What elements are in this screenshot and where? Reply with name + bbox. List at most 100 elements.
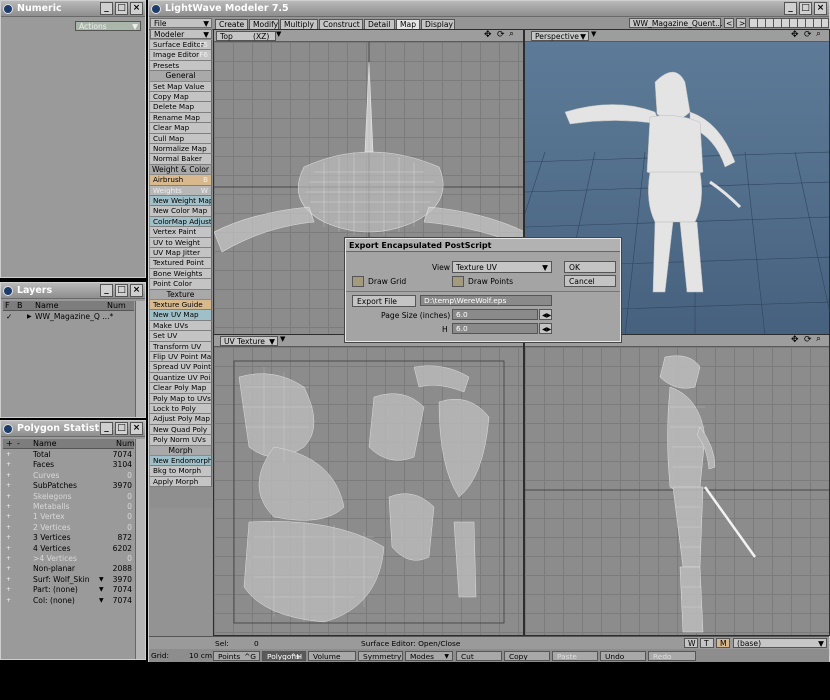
tool-button-make-uvs[interactable]: Make UVs bbox=[150, 320, 212, 332]
chevron-down-icon[interactable]: ▼ bbox=[99, 596, 104, 606]
stat-row[interactable]: + Surf: Wolf_Skin ▼ 3970 bbox=[3, 575, 134, 585]
tool-button-cull-map[interactable]: Cull Map bbox=[150, 133, 212, 144]
tool-button-new-color-map[interactable]: New Color Map bbox=[150, 206, 212, 217]
plus-icon[interactable]: + bbox=[6, 481, 11, 491]
tool-button-adjust-poly-map[interactable]: Adjust Poly Map bbox=[150, 414, 212, 425]
col-minus[interactable]: - bbox=[17, 439, 20, 449]
layer-buttons[interactable] bbox=[749, 18, 829, 28]
plus-icon[interactable]: + bbox=[6, 450, 11, 460]
plus-icon[interactable]: + bbox=[6, 564, 11, 574]
tool-button-new-quad-poly[interactable]: New Quad Poly bbox=[150, 424, 212, 436]
next-object-button[interactable]: > bbox=[736, 18, 746, 28]
tool-button-new-endomorph[interactable]: New Endomorph bbox=[150, 456, 212, 467]
bottom-button-undo[interactable]: Undo bbox=[600, 651, 646, 661]
minimize-icon[interactable]: _ bbox=[100, 2, 113, 15]
tool-button-transform-uv[interactable]: Transform UV bbox=[150, 341, 212, 352]
close-icon[interactable]: × bbox=[130, 422, 143, 435]
modeler-menu[interactable]: Modeler ▼ bbox=[150, 29, 212, 39]
bottom-button-paste[interactable]: Paste bbox=[552, 651, 598, 661]
bottom-button-symmetry[interactable]: Symmetry bbox=[358, 651, 403, 661]
maximize-icon[interactable]: □ bbox=[115, 422, 128, 435]
stat-row[interactable]: + Skelegons 0 bbox=[3, 492, 134, 502]
plus-icon[interactable]: + bbox=[6, 533, 11, 543]
tool-button-spread-uv-point[interactable]: Spread UV Point... bbox=[150, 362, 212, 373]
plus-icon[interactable]: + bbox=[6, 544, 11, 554]
tool-button-set-map-value[interactable]: Set Map Value bbox=[150, 81, 212, 92]
m-button[interactable]: M bbox=[716, 638, 730, 648]
tool-button-apply-morph[interactable]: Apply Morph bbox=[150, 476, 212, 488]
stat-row[interactable]: +3 Vertices 872 bbox=[3, 533, 134, 543]
dialog-titlebar[interactable]: Export Encapsulated PostScript bbox=[346, 239, 620, 252]
col-b[interactable]: B bbox=[17, 301, 23, 311]
minimize-icon[interactable]: _ bbox=[100, 284, 113, 297]
export-file-button[interactable]: Export File bbox=[352, 295, 416, 307]
bottom-button-volume[interactable]: Volume bbox=[308, 651, 356, 661]
maximize-icon[interactable]: □ bbox=[115, 2, 128, 15]
minimize-icon[interactable]: _ bbox=[100, 422, 113, 435]
numeric-titlebar[interactable]: Numeric _ □ × bbox=[1, 1, 145, 17]
height-stepper[interactable]: ◀▶ bbox=[539, 323, 552, 334]
stat-row[interactable]: + Metaballs 0 bbox=[3, 502, 134, 512]
view-dropdown[interactable]: Texture UV ▼ bbox=[452, 261, 552, 273]
tool-button-new-weight-map[interactable]: New Weight Map bbox=[150, 196, 212, 207]
object-dropdown[interactable]: WW_Magazine_Quent...▼ bbox=[629, 18, 722, 37]
close-icon[interactable]: × bbox=[814, 2, 827, 15]
zoom-icon[interactable]: ⌕ bbox=[816, 335, 821, 344]
chevron-down-icon[interactable]: ▼ bbox=[99, 585, 104, 595]
move-icon[interactable]: ✥ bbox=[791, 30, 799, 40]
bottom-button-cut[interactable]: Cut bbox=[456, 651, 502, 661]
tool-button-new-uv-map[interactable]: New UV Map bbox=[150, 310, 212, 321]
stat-row[interactable]: + Part: (none) ▼ 7074 bbox=[3, 585, 134, 595]
stat-row[interactable]: +2 Vertices 0 bbox=[3, 523, 134, 533]
col-num[interactable]: Num bbox=[107, 301, 126, 311]
tool-button-vertex-paint[interactable]: Vertex Paint bbox=[150, 227, 212, 238]
stat-row[interactable]: + >4 Vertices 0 bbox=[3, 554, 134, 564]
width-stepper[interactable]: ◀▶ bbox=[539, 309, 552, 320]
tool-button-delete-map[interactable]: Delete Map bbox=[150, 102, 212, 113]
tool-button-rename-map[interactable]: Rename Map bbox=[150, 112, 212, 124]
plus-icon[interactable]: + bbox=[6, 523, 11, 533]
plus-icon[interactable]: + bbox=[6, 492, 11, 502]
tool-button-image-editor[interactable]: Image Editor F6 bbox=[150, 50, 212, 61]
tool-button-clear-poly-map[interactable]: Clear Poly Map bbox=[150, 383, 212, 394]
stat-row[interactable]: +1 Vertex 0 bbox=[3, 512, 134, 522]
tool-button-quantize-uv-poi[interactable]: Quantize UV Poi... bbox=[150, 372, 212, 384]
stat-row[interactable]: + Curves 0 bbox=[3, 471, 134, 481]
draw-grid-checkbox[interactable] bbox=[352, 276, 364, 287]
tool-button-set-uv[interactable]: Set UV bbox=[150, 331, 212, 342]
bottom-button-redo[interactable]: Redo bbox=[648, 651, 696, 661]
w-button[interactable]: W bbox=[684, 638, 698, 648]
tool-button-uv-to-weight[interactable]: UV to Weight bbox=[150, 237, 212, 248]
col-f[interactable]: F bbox=[5, 301, 10, 311]
tool-button-poly-map-to-uvs[interactable]: Poly Map to UVs bbox=[150, 393, 212, 404]
chevron-down-icon[interactable]: ▼ bbox=[99, 575, 104, 585]
stat-row[interactable]: + Col: (none) ▼ 7074 bbox=[3, 596, 134, 606]
tool-button-poly-norm-uvs[interactable]: Poly Norm UVs bbox=[150, 435, 212, 446]
move-icon[interactable]: ✥ bbox=[484, 30, 492, 40]
zoom-icon[interactable]: ⌕ bbox=[509, 30, 514, 39]
plus-icon[interactable]: + bbox=[6, 471, 11, 481]
bottom-button-modes[interactable]: Modes ▼ bbox=[405, 651, 453, 661]
tool-button-surface-editor[interactable]: Surface Editor F5 bbox=[150, 40, 212, 51]
zoom-icon[interactable]: ⌕ bbox=[816, 30, 821, 39]
viewport-side[interactable]: ✥ ⟳ ⌕ bbox=[524, 334, 830, 636]
viewport-uv[interactable]: UV Texture ▼ ▼ bbox=[213, 334, 524, 636]
tool-button-bkg-to-morph[interactable]: Bkg to Morph bbox=[150, 466, 212, 477]
plus-icon[interactable]: + bbox=[6, 512, 11, 522]
layers-titlebar[interactable]: Layers _ □ × bbox=[1, 283, 145, 299]
tool-button-texture-guide[interactable]: Texture Guide bbox=[150, 300, 212, 311]
tool-button-airbrush[interactable]: Airbrush B bbox=[150, 175, 212, 186]
export-path-field[interactable]: D:\temp\WereWolf.eps bbox=[420, 295, 552, 306]
layers-scrollbar[interactable] bbox=[135, 301, 145, 417]
tool-button-bone-weights[interactable]: Bone Weights bbox=[150, 268, 212, 280]
tool-button-flip-uv-point-map[interactable]: Flip UV Point Map bbox=[150, 352, 212, 363]
view-type-dropdown[interactable]: UV Texture ▼ bbox=[220, 336, 278, 346]
cancel-button[interactable]: Cancel bbox=[564, 275, 616, 287]
tool-button-clear-map[interactable]: Clear Map bbox=[150, 123, 212, 134]
polystats-scrollbar[interactable] bbox=[135, 439, 145, 659]
plus-icon[interactable]: + bbox=[6, 596, 11, 606]
tool-button-uv-map-jitter[interactable]: UV Map Jitter bbox=[150, 248, 212, 259]
tool-button-presets[interactable]: Presets bbox=[150, 60, 212, 72]
view-type-dropdown[interactable]: Perspective ▼ bbox=[531, 31, 589, 41]
move-icon[interactable]: ✥ bbox=[791, 335, 799, 345]
